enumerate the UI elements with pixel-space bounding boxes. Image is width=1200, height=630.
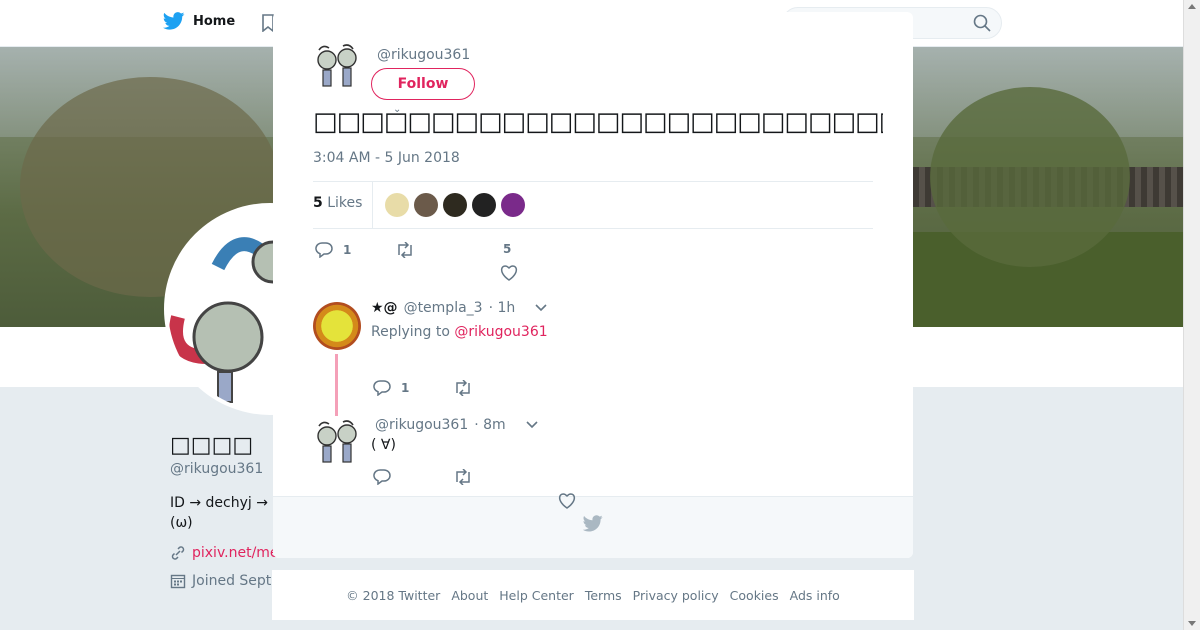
replying-to: Replying to @rikugou361 bbox=[371, 324, 548, 340]
thread-line bbox=[335, 354, 338, 416]
reply-button[interactable]: 1 bbox=[373, 380, 409, 396]
like-count: 5 bbox=[503, 242, 511, 256]
replying-to-link[interactable]: @rikugou361 bbox=[454, 324, 547, 340]
reply-author-handle[interactable]: @rikugou361 bbox=[375, 417, 468, 433]
reply-icon bbox=[373, 380, 391, 396]
reply-button[interactable] bbox=[373, 469, 391, 485]
divider bbox=[372, 182, 373, 228]
reply-avatar[interactable] bbox=[313, 418, 361, 466]
liker-avatar[interactable] bbox=[385, 193, 409, 217]
footer-link-cookies[interactable]: Cookies bbox=[730, 588, 779, 603]
reply-header: ★@ @templa_3 · 1h bbox=[371, 300, 547, 316]
reply-author-name[interactable]: ★@ bbox=[371, 300, 398, 316]
reply-button[interactable]: 1 bbox=[315, 242, 351, 258]
chevron-down-icon[interactable] bbox=[526, 421, 538, 429]
chevron-down-icon[interactable] bbox=[535, 304, 547, 312]
page-scrollbar[interactable] bbox=[1183, 0, 1200, 630]
author-handle[interactable]: @rikugou361 bbox=[377, 47, 470, 63]
footer-copyright: © 2018 Twitter bbox=[346, 587, 441, 603]
footer-link-ads-info[interactable]: Ads info bbox=[790, 588, 840, 603]
likes-stat-label: Likes bbox=[327, 195, 363, 211]
scroll-up-icon[interactable] bbox=[1188, 4, 1196, 9]
reply-avatar[interactable] bbox=[313, 302, 361, 350]
tweet-text: □□□□□□□□□□□□□□□□□□□□□□□□□□□□□□□□□□ bbox=[313, 107, 883, 137]
footer-link-help-center[interactable]: Help Center bbox=[499, 588, 574, 603]
reply-author-handle[interactable]: @templa_3 bbox=[404, 300, 483, 316]
retweet-icon bbox=[456, 380, 470, 396]
likes-stat-count: 5 bbox=[313, 195, 323, 211]
liker-avatar[interactable] bbox=[501, 193, 525, 217]
tweet-timestamp[interactable]: 3:04 AM - 5 Jun 2018 bbox=[313, 150, 460, 166]
page-footer: © 2018 Twitter About Help Center Terms P… bbox=[272, 570, 914, 620]
liker-avatar[interactable] bbox=[472, 193, 496, 217]
liker-avatar[interactable] bbox=[443, 193, 467, 217]
likers-avatars bbox=[385, 193, 525, 217]
heart-icon[interactable] bbox=[500, 265, 518, 281]
close-icon[interactable] bbox=[1154, 12, 1180, 38]
retweet-icon bbox=[398, 242, 412, 258]
reply-icon bbox=[373, 469, 391, 485]
footer-link-privacy[interactable]: Privacy policy bbox=[633, 588, 719, 603]
liker-avatar[interactable] bbox=[414, 193, 438, 217]
footer-link-about[interactable]: About bbox=[451, 588, 488, 603]
follow-button[interactable]: Follow bbox=[371, 68, 475, 100]
reply-time[interactable]: · 8m bbox=[474, 417, 505, 433]
reply-icon bbox=[315, 242, 333, 258]
reply-time[interactable]: · 1h bbox=[489, 300, 516, 316]
replying-prefix: Replying to bbox=[371, 324, 450, 340]
heart-icon[interactable] bbox=[558, 493, 576, 509]
tweet-modal: @rikugou361 Follow ⌄ □□□□□□□□□□□□□□□□□□□… bbox=[273, 12, 913, 558]
reply-count: 1 bbox=[401, 381, 410, 395]
divider bbox=[313, 181, 873, 182]
reply-text: ( ∀) bbox=[371, 437, 396, 453]
reply-header: @rikugou361 · 8m bbox=[375, 417, 538, 433]
author-avatar[interactable] bbox=[313, 42, 361, 90]
footer-link-terms[interactable]: Terms bbox=[585, 588, 622, 603]
divider bbox=[313, 228, 873, 229]
retweet-button[interactable] bbox=[395, 242, 415, 258]
twitter-bird-icon bbox=[583, 515, 603, 532]
modal-footer bbox=[273, 496, 913, 558]
retweet-button[interactable] bbox=[453, 469, 473, 485]
retweet-button[interactable] bbox=[453, 380, 473, 396]
reply-count: 1 bbox=[343, 243, 352, 257]
like-count-value: 5 bbox=[503, 242, 512, 256]
retweet-icon bbox=[456, 469, 470, 485]
likes-stat[interactable]: 5 Likes bbox=[313, 195, 362, 211]
scroll-down-icon[interactable] bbox=[1188, 621, 1196, 626]
